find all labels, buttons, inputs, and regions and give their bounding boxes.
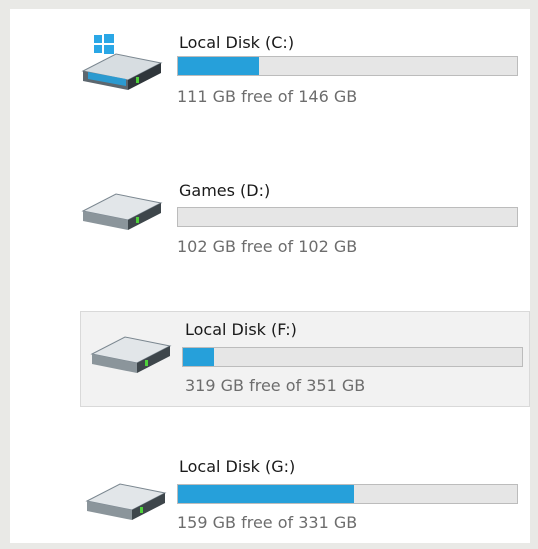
drive-usage-fill — [183, 348, 214, 366]
drives-panel: Local Disk (C:) 111 GB free of 146 GB Ga… — [10, 9, 530, 543]
drive-usage-bar — [177, 207, 518, 227]
drive-name: Local Disk (C:) — [179, 33, 295, 52]
drive-name: Local Disk (F:) — [185, 320, 297, 339]
hard-drive-icon — [85, 483, 167, 520]
hard-drive-icon — [81, 193, 163, 230]
drive-usage-bar — [177, 484, 518, 504]
drive-free-space: 111 GB free of 146 GB — [177, 87, 358, 106]
drive-tile-c[interactable]: Local Disk (C:) 111 GB free of 146 GB — [70, 23, 530, 119]
drive-name: Local Disk (G:) — [179, 457, 296, 476]
hard-drive-icon — [90, 336, 172, 373]
drive-free-space: 102 GB free of 102 GB — [177, 237, 358, 256]
drive-tile-g[interactable]: Local Disk (G:) 159 GB free of 331 GB — [70, 451, 530, 543]
drive-usage-bar — [182, 347, 523, 367]
drive-usage-fill — [178, 485, 355, 503]
drive-free-space: 159 GB free of 331 GB — [177, 513, 358, 532]
system-drive-icon — [81, 34, 163, 90]
drive-name: Games (D:) — [179, 181, 271, 200]
drive-usage-bar — [177, 56, 518, 76]
drive-tile-f[interactable]: Local Disk (F:) 319 GB free of 351 GB — [80, 311, 530, 407]
drive-free-space: 319 GB free of 351 GB — [185, 376, 366, 395]
drive-usage-fill — [178, 57, 260, 75]
drive-tile-d[interactable]: Games (D:) 102 GB free of 102 GB — [70, 165, 530, 265]
